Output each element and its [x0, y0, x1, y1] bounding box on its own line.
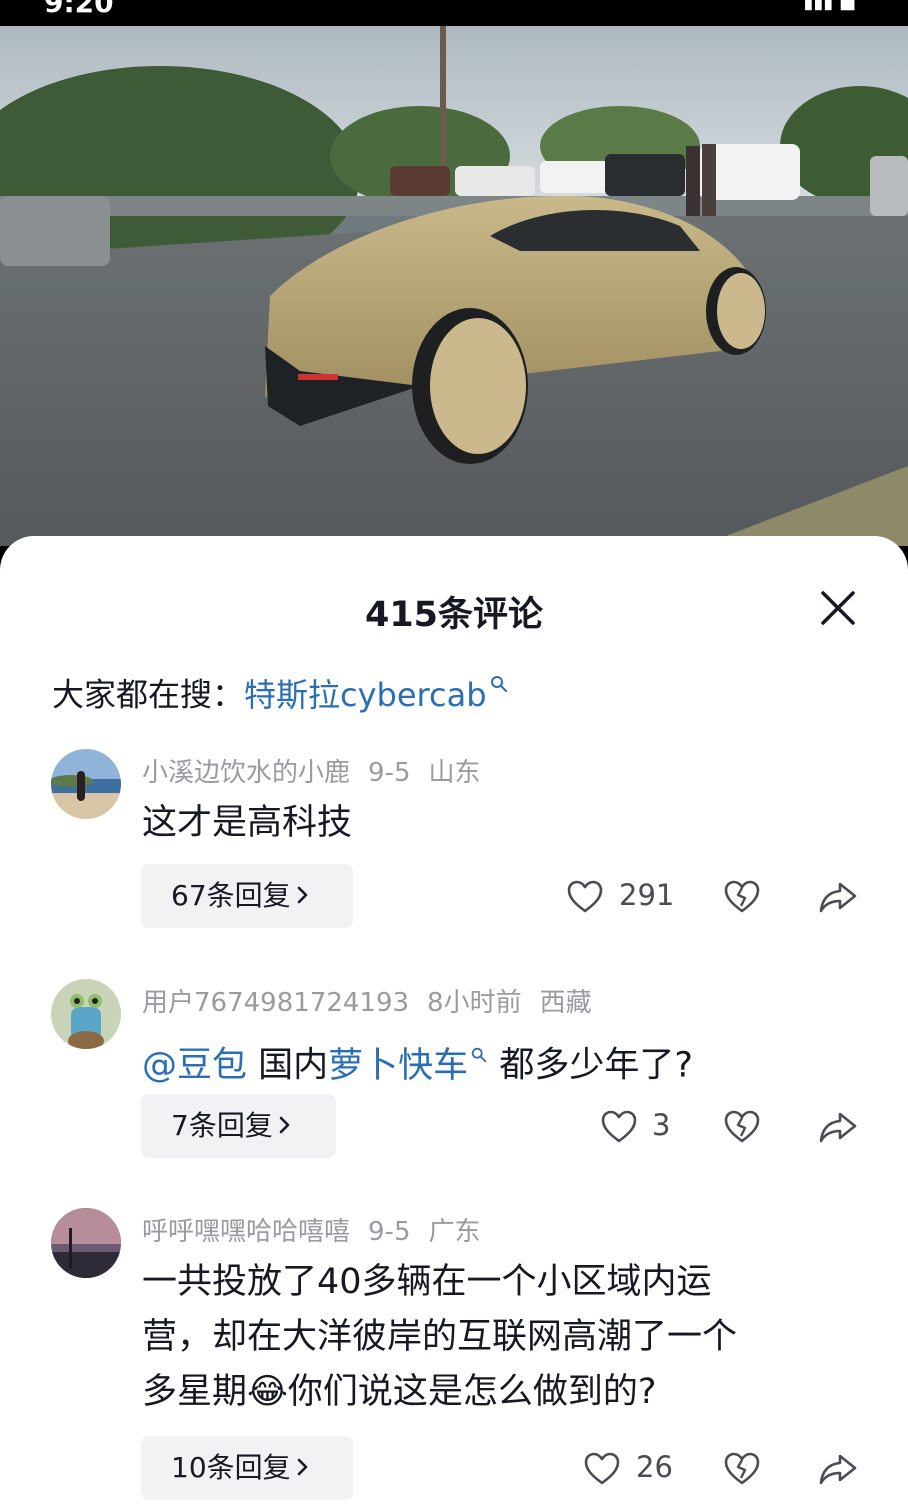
- share-icon: [819, 1112, 857, 1143]
- comment-username[interactable]: 小溪边饮水的小鹿: [142, 758, 350, 788]
- comment-text: 这才是高科技: [142, 803, 353, 843]
- dislike-button[interactable]: [723, 879, 761, 919]
- chevron-right-icon: [297, 1436, 309, 1500]
- replies-label: 7条回复: [171, 1109, 273, 1142]
- close-icon: [821, 591, 855, 625]
- hot-search-link[interactable]: 特斯拉cybercab: [244, 676, 509, 714]
- dislike-button[interactable]: [723, 1451, 761, 1491]
- view-replies-button[interactable]: 10条回复: [141, 1436, 353, 1500]
- replies-label: 10条回复: [171, 1451, 291, 1484]
- view-replies-button[interactable]: 7条回复: [141, 1094, 336, 1158]
- close-button[interactable]: [816, 586, 860, 630]
- video-player[interactable]: [0, 26, 908, 546]
- comment-username[interactable]: 用户7674981724193: [142, 988, 409, 1018]
- share-icon: [819, 882, 857, 913]
- like-count: 3: [652, 1108, 671, 1142]
- comment-time: 8小时前: [427, 988, 522, 1018]
- video-frame: [0, 26, 908, 546]
- search-keyword: 萝卜快车: [328, 1045, 469, 1086]
- like-count: 291: [619, 878, 675, 912]
- like-button[interactable]: [600, 1109, 638, 1149]
- mention-link[interactable]: @豆包: [142, 1046, 247, 1086]
- comment-text-part: 你们说这是怎么做到的?: [287, 1372, 657, 1412]
- search-keyword-link[interactable]: 萝卜快车: [328, 1046, 488, 1086]
- hot-search-label: 大家都在搜：: [52, 675, 245, 714]
- share-button[interactable]: [818, 1452, 858, 1490]
- comment-location: 广东: [428, 1217, 481, 1247]
- comment-text-part: 都多少年了?: [499, 1045, 693, 1086]
- like-button[interactable]: [566, 879, 604, 919]
- hot-search-row: 大家都在搜：特斯拉cybercab: [52, 664, 509, 716]
- broken-heart-icon: [724, 880, 760, 913]
- comment-location: 山东: [428, 758, 481, 788]
- broken-heart-icon: [724, 1452, 760, 1485]
- status-icons: ▮▮▮ ■: [803, 0, 856, 13]
- broken-heart-icon: [724, 1110, 760, 1143]
- heart-icon: [584, 1452, 620, 1485]
- search-icon: [489, 664, 509, 702]
- comment-meta: 小溪边饮水的小鹿 9-5 山东: [142, 752, 499, 789]
- avatar[interactable]: [51, 1208, 121, 1278]
- heart-icon: [601, 1110, 637, 1143]
- comment-text: 一共投放了40多辆在一个小区域内运 营，却在大洋彼岸的互联网高潮了一个 多星期😂…: [142, 1255, 737, 1420]
- replies-label: 67条回复: [171, 879, 291, 912]
- comment-text-part: 多星期: [142, 1372, 248, 1412]
- comment-line: 一共投放了40多辆在一个小区域内运: [142, 1262, 712, 1302]
- view-replies-button[interactable]: 67条回复: [141, 864, 353, 928]
- avatar[interactable]: [51, 749, 121, 819]
- search-icon: [470, 1026, 488, 1081]
- comment-text-part: 国内: [258, 1045, 329, 1086]
- comment-meta: 呼呼嘿嘿哈哈嘻嘻 9-5 广东: [142, 1211, 499, 1248]
- comment-text: @豆包 国内萝卜快车 都多少年了?: [142, 1026, 693, 1094]
- hot-search-term: 特斯拉cybercab: [244, 675, 487, 714]
- avatar[interactable]: [51, 979, 121, 1049]
- comment-time: 9-5: [368, 758, 411, 788]
- heart-icon: [567, 880, 603, 913]
- share-button[interactable]: [818, 1110, 858, 1148]
- like-count: 26: [636, 1450, 673, 1484]
- comment-username[interactable]: 呼呼嘿嘿哈哈嘻嘻: [142, 1217, 350, 1247]
- comment-meta: 用户7674981724193 8小时前 西藏: [142, 982, 610, 1019]
- comment-location: 西藏: [539, 988, 592, 1018]
- comment-count-title: 415条评论: [364, 595, 544, 635]
- share-icon: [819, 1454, 857, 1485]
- comment-time: 9-5: [368, 1217, 411, 1247]
- comment-sheet: 415条评论 大家都在搜：特斯拉cybercab 小溪边饮水的小鹿 9-5 山东 这…: [0, 536, 908, 1511]
- status-bar: 9:20 ▮▮▮ ■: [0, 0, 908, 26]
- laughing-crying-emoji: 😂: [247, 1372, 288, 1412]
- comment-line: 多星期😂你们说这是怎么做到的?: [142, 1365, 737, 1420]
- like-button[interactable]: [583, 1451, 621, 1491]
- share-button[interactable]: [818, 880, 858, 918]
- status-time: 9:20: [44, 0, 114, 19]
- chevron-right-icon: [297, 864, 309, 928]
- dislike-button[interactable]: [723, 1109, 761, 1149]
- chevron-right-icon: [279, 1094, 291, 1158]
- comment-line: 营，却在大洋彼岸的互联网高潮了一个: [142, 1317, 738, 1357]
